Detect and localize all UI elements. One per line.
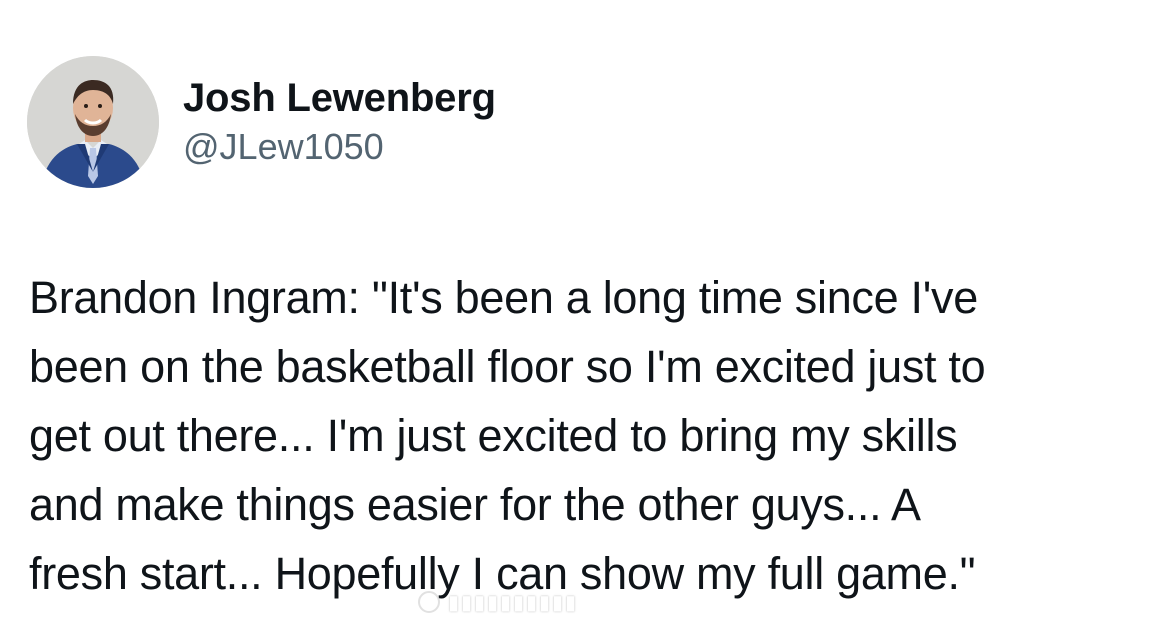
tweet-text: Brandon Ingram: "It's been a long time s… (29, 263, 1149, 608)
tweet-text-line: been on the basketball floor so I'm exci… (29, 341, 986, 392)
author-handle[interactable]: @JLew1050 (183, 124, 496, 170)
tweet-card: Josh Lewenberg @JLew1050 Brandon Ingram:… (0, 0, 1160, 625)
watermark-logo-icon (418, 591, 440, 613)
watermark: ▮▮▮▮▮▮▮▮▮▮ (418, 589, 736, 615)
avatar-photo-icon (27, 56, 159, 188)
watermark-text: ▮▮▮▮▮▮▮▮▮▮ (448, 591, 579, 614)
avatar[interactable] (27, 56, 159, 188)
tweet-text-line: and make things easier for the other guy… (29, 479, 921, 530)
author-display-name[interactable]: Josh Lewenberg (183, 74, 496, 122)
tweet-text-line: get out there... I'm just excited to bri… (29, 410, 958, 461)
tweet-text-line: Brandon Ingram: "It's been a long time s… (29, 272, 978, 323)
tweet-header: Josh Lewenberg @JLew1050 (27, 56, 496, 188)
author-names: Josh Lewenberg @JLew1050 (183, 56, 496, 188)
